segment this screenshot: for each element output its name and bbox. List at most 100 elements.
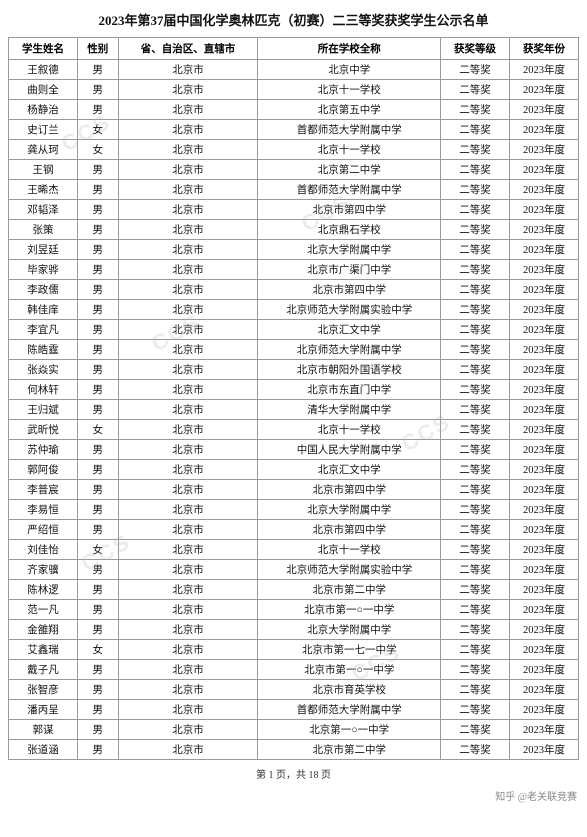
table-row: 龚从珂女北京市北京十一学校二等奖2023年度 [9,140,579,160]
table-cell: 首都师范大学附属中学 [258,120,441,140]
table-cell: 男 [77,100,118,120]
table-cell: 严绍恒 [9,520,78,540]
table-cell: 北京市 [118,180,258,200]
table-cell: 郭谋 [9,720,78,740]
table-cell: 北京市 [118,380,258,400]
table-cell: 2023年度 [509,360,578,380]
table-cell: 北京市第四中学 [258,200,441,220]
table-row: 李政儒男北京市北京市第四中学二等奖2023年度 [9,280,579,300]
table-row: 张焱实男北京市北京市朝阳外国语学校二等奖2023年度 [9,360,579,380]
page-title: 2023年第37届中国化学奥林匹克（初赛）二三等奖获奖学生公示名单 [8,10,579,29]
table-row: 武昕悦女北京市北京十一学校二等奖2023年度 [9,420,579,440]
table-cell: 二等奖 [441,380,510,400]
table-cell: 北京市 [118,220,258,240]
table-row: 戴子凡男北京市北京市第一○一中学二等奖2023年度 [9,660,579,680]
table-cell: 北京市第一○一中学 [258,600,441,620]
table-cell: 2023年度 [509,460,578,480]
col-award-year: 获奖年份 [509,38,578,60]
table-cell: 二等奖 [441,700,510,720]
table-cell: 2023年度 [509,280,578,300]
table-cell: 男 [77,720,118,740]
table-cell: 龚从珂 [9,140,78,160]
table-cell: 二等奖 [441,320,510,340]
table-cell: 史订兰 [9,120,78,140]
table-cell: 邓韬泽 [9,200,78,220]
table-cell: 韩佳庠 [9,300,78,320]
col-gender: 性别 [77,38,118,60]
table-row: 范一凡男北京市北京市第一○一中学二等奖2023年度 [9,600,579,620]
table-row: 张道涵男北京市北京市第二中学二等奖2023年度 [9,740,579,760]
table-cell: 二等奖 [441,440,510,460]
table-cell: 二等奖 [441,480,510,500]
table-cell: 二等奖 [441,680,510,700]
table-cell: 男 [77,300,118,320]
table-cell: 二等奖 [441,600,510,620]
table-cell: 二等奖 [441,400,510,420]
table-row: 严绍恒男北京市北京市第四中学二等奖2023年度 [9,520,579,540]
table-cell: 男 [77,680,118,700]
table-cell: 二等奖 [441,60,510,80]
table-cell: 北京市 [118,420,258,440]
table-cell: 北京市 [118,440,258,460]
table-header-row: 学生姓名 性别 省、自治区、直辖市 所在学校全称 获奖等级 获奖年份 [9,38,579,60]
table-row: 刘佳怡女北京市北京十一学校二等奖2023年度 [9,540,579,560]
table-cell: 2023年度 [509,240,578,260]
table-cell: 男 [77,700,118,720]
table-cell: 北京中学 [258,60,441,80]
table-cell: 2023年度 [509,680,578,700]
table-cell: 曲则全 [9,80,78,100]
table-cell: 北京市 [118,100,258,120]
table-cell: 北京第二中学 [258,160,441,180]
table-cell: 2023年度 [509,520,578,540]
table-cell: 北京汇文中学 [258,320,441,340]
table-cell: 李政儒 [9,280,78,300]
page-container: CCS CCS CCS CCS CCS CCS 2023年第37届中国化学奥林匹… [0,0,587,811]
table-cell: 男 [77,580,118,600]
table-row: 何林轩男北京市北京市东直门中学二等奖2023年度 [9,380,579,400]
table-cell: 北京大学附属中学 [258,240,441,260]
table-cell: 2023年度 [509,80,578,100]
table-cell: 二等奖 [441,640,510,660]
table-cell: 北京市 [118,140,258,160]
table-cell: 刘佳怡 [9,540,78,560]
table-cell: 2023年度 [509,720,578,740]
table-cell: 北京市 [118,620,258,640]
table-cell: 二等奖 [441,220,510,240]
table-cell: 北京市 [118,580,258,600]
table-cell: 2023年度 [509,640,578,660]
table-cell: 2023年度 [509,480,578,500]
table-cell: 艾鑫瑞 [9,640,78,660]
table-row: 王叙德男北京市北京中学二等奖2023年度 [9,60,579,80]
table-cell: 2023年度 [509,420,578,440]
table-cell: 男 [77,620,118,640]
table-cell: 男 [77,500,118,520]
table-cell: 2023年度 [509,200,578,220]
table-cell: 刘昱廷 [9,240,78,260]
table-cell: 北京十一学校 [258,80,441,100]
table-cell: 男 [77,520,118,540]
table-cell: 北京市广渠门中学 [258,260,441,280]
table-cell: 北京市育英学校 [258,680,441,700]
table-cell: 北京市 [118,560,258,580]
table-cell: 王叙德 [9,60,78,80]
awards-table: 学生姓名 性别 省、自治区、直辖市 所在学校全称 获奖等级 获奖年份 王叙德男北… [8,37,579,760]
table-cell: 首都师范大学附属中学 [258,700,441,720]
table-row: 王归斌男北京市清华大学附属中学二等奖2023年度 [9,400,579,420]
table-cell: 北京市 [118,260,258,280]
table-cell: 北京大学附属中学 [258,620,441,640]
table-cell: 男 [77,60,118,80]
table-cell: 2023年度 [509,660,578,680]
table-cell: 北京市第四中学 [258,480,441,500]
col-school: 所在学校全称 [258,38,441,60]
table-cell: 北京市 [118,680,258,700]
table-cell: 男 [77,260,118,280]
table-cell: 北京市 [118,480,258,500]
table-row: 郭谋男北京市北京第一○一中学二等奖2023年度 [9,720,579,740]
table-cell: 王归斌 [9,400,78,420]
table-row: 潘丙呈男北京市首都师范大学附属中学二等奖2023年度 [9,700,579,720]
table-cell: 女 [77,420,118,440]
table-cell: 男 [77,380,118,400]
table-cell: 潘丙呈 [9,700,78,720]
table-cell: 郭阿俊 [9,460,78,480]
table-cell: 北京市第一○一中学 [258,660,441,680]
